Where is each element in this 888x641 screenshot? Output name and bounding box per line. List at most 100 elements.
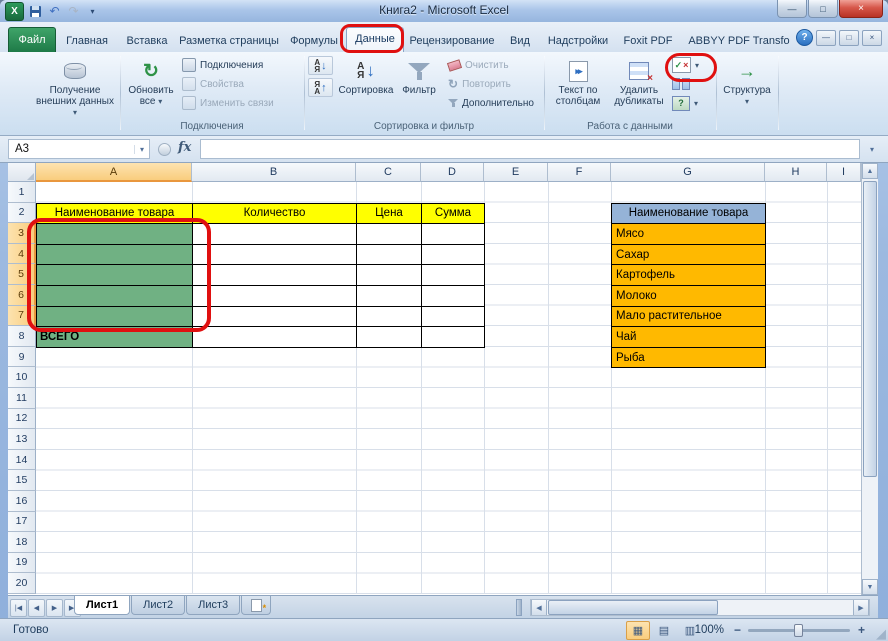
remove-duplicates-button[interactable]: × Удалить дубликаты xyxy=(610,54,668,118)
cell-d5[interactable] xyxy=(422,265,485,286)
horizontal-scrollbar[interactable]: ◀ ▶ xyxy=(530,599,870,616)
tab-addins[interactable]: Надстройки xyxy=(540,30,616,52)
tab-page-layout[interactable]: Разметка страницы xyxy=(176,30,282,52)
sheet-tab-list1[interactable]: Лист1 xyxy=(74,596,130,615)
cell-d7[interactable] xyxy=(422,307,485,328)
scroll-right-button[interactable]: ▶ xyxy=(853,600,869,615)
connections-button[interactable]: Подключения xyxy=(182,56,263,74)
cell-c6[interactable] xyxy=(357,286,422,307)
cell-d8[interactable] xyxy=(422,327,485,348)
cell-g7[interactable]: Мало растительное xyxy=(612,307,766,328)
sheet-tab-list2[interactable]: Лист2 xyxy=(131,596,185,615)
row-header-17[interactable]: 17 xyxy=(8,512,36,533)
tab-split-handle[interactable] xyxy=(516,599,522,616)
maximize-button[interactable]: □ xyxy=(808,0,838,18)
cell-c3[interactable] xyxy=(357,224,422,245)
what-if-analysis-button[interactable]: ? ▾ xyxy=(672,94,698,112)
row-header-20[interactable]: 20 xyxy=(8,573,36,594)
row-header-3[interactable]: 3 xyxy=(8,223,36,244)
sort-button[interactable]: АЯ ↓ Сортировка xyxy=(338,54,394,118)
row-header-2[interactable]: 2 xyxy=(8,203,36,224)
column-header-d[interactable]: D xyxy=(421,163,484,182)
cell-b2[interactable]: Количество xyxy=(193,204,357,225)
cell-g5[interactable]: Картофель xyxy=(612,265,766,286)
column-header-b[interactable]: B xyxy=(192,163,356,182)
insert-function-button[interactable]: fx xyxy=(178,140,191,155)
tab-view[interactable]: Вид xyxy=(500,30,540,52)
properties-button[interactable]: Свойства xyxy=(182,75,244,93)
cell-a2[interactable]: Наименование товара xyxy=(37,204,193,225)
first-sheet-button[interactable]: |◀ xyxy=(10,599,27,617)
tab-file[interactable]: Файл xyxy=(8,27,56,52)
data-validation-button[interactable]: ✓ × ▾ xyxy=(672,56,699,74)
cell-g6[interactable]: Молоко xyxy=(612,286,766,307)
vertical-scrollbar-thumb[interactable] xyxy=(863,181,877,477)
sheet-tab-list3[interactable]: Лист3 xyxy=(186,596,240,615)
cell-d2[interactable]: Сумма xyxy=(422,204,485,225)
cell-a5[interactable] xyxy=(37,265,193,286)
cell-g3[interactable]: Мясо xyxy=(612,224,766,245)
tab-data[interactable]: Данные xyxy=(346,27,404,52)
cell-c7[interactable] xyxy=(357,307,422,328)
row-header-14[interactable]: 14 xyxy=(8,450,36,471)
outline-button[interactable]: → Структура ▾ xyxy=(720,54,774,118)
row-header-19[interactable]: 19 xyxy=(8,553,36,574)
zoom-out-button[interactable]: − xyxy=(730,622,745,637)
workbook-minimize-button[interactable]: — xyxy=(816,30,836,46)
cell-d4[interactable] xyxy=(422,245,485,266)
column-header-h[interactable]: H xyxy=(765,163,827,182)
scroll-up-button[interactable]: ▲ xyxy=(862,163,878,179)
row-header-11[interactable]: 11 xyxy=(8,388,36,409)
row-header-8[interactable]: 8 xyxy=(8,326,36,347)
cell-b8[interactable] xyxy=(193,327,357,348)
reapply-filter-button[interactable]: ↻ Повторить xyxy=(448,75,511,93)
scroll-left-button[interactable]: ◀ xyxy=(531,600,547,615)
advanced-filter-button[interactable]: Дополнительно xyxy=(448,94,534,112)
row-header-4[interactable]: 4 xyxy=(8,244,36,265)
clear-filter-button[interactable]: Очистить xyxy=(448,56,509,74)
sort-ascending-button[interactable]: АЯ ↓ xyxy=(308,56,333,75)
zoom-level-label[interactable]: 100% xyxy=(688,624,724,636)
insert-sheet-button[interactable]: * xyxy=(241,596,271,615)
cell-c8[interactable] xyxy=(357,327,422,348)
prev-sheet-button[interactable]: ◀ xyxy=(28,599,45,617)
cell-a3[interactable] xyxy=(37,224,193,245)
text-to-columns-button[interactable]: ▸▸ Текст по столбцам xyxy=(548,54,608,118)
cell-d6[interactable] xyxy=(422,286,485,307)
column-header-e[interactable]: E xyxy=(484,163,548,182)
row-header-18[interactable]: 18 xyxy=(8,532,36,553)
scroll-down-button[interactable]: ▼ xyxy=(862,579,878,595)
cell-b7[interactable] xyxy=(193,307,357,328)
cell-b3[interactable] xyxy=(193,224,357,245)
row-header-7[interactable]: 7 xyxy=(8,306,36,327)
cell-c2[interactable]: Цена xyxy=(357,204,422,225)
row-header-13[interactable]: 13 xyxy=(8,429,36,450)
row-header-9[interactable]: 9 xyxy=(8,347,36,368)
sort-descending-button[interactable]: ЯА ↑ xyxy=(308,78,333,97)
column-header-c[interactable]: C xyxy=(356,163,421,182)
cell-a4[interactable] xyxy=(37,245,193,266)
row-header-16[interactable]: 16 xyxy=(8,491,36,512)
formula-input[interactable] xyxy=(200,139,860,159)
formula-bar-expand-button[interactable]: ▾ xyxy=(864,142,880,157)
name-box[interactable]: A3 ▾ xyxy=(8,139,150,159)
select-all-corner[interactable] xyxy=(8,163,36,182)
cell-b5[interactable] xyxy=(193,265,357,286)
cell-b4[interactable] xyxy=(193,245,357,266)
row-header-15[interactable]: 15 xyxy=(8,470,36,491)
consolidate-button[interactable] xyxy=(672,75,690,93)
row-header-1[interactable]: 1 xyxy=(8,182,36,203)
workbook-restore-button[interactable]: □ xyxy=(839,30,859,46)
tab-home[interactable]: Главная xyxy=(56,30,118,52)
cell-b6[interactable] xyxy=(193,286,357,307)
formula-bar-button[interactable] xyxy=(158,143,171,156)
tab-review[interactable]: Рецензирование xyxy=(404,30,500,52)
column-header-i[interactable]: I xyxy=(827,163,861,182)
cell-g8[interactable]: Чай xyxy=(612,327,766,348)
resize-grip[interactable]: ◢ xyxy=(876,627,886,640)
row-header-6[interactable]: 6 xyxy=(8,285,36,306)
column-header-f[interactable]: F xyxy=(548,163,611,182)
cell-c4[interactable] xyxy=(357,245,422,266)
tab-abbyy-pdf[interactable]: ABBYY PDF Transfo xyxy=(680,30,798,52)
cell-g9[interactable]: Рыба xyxy=(612,348,766,369)
